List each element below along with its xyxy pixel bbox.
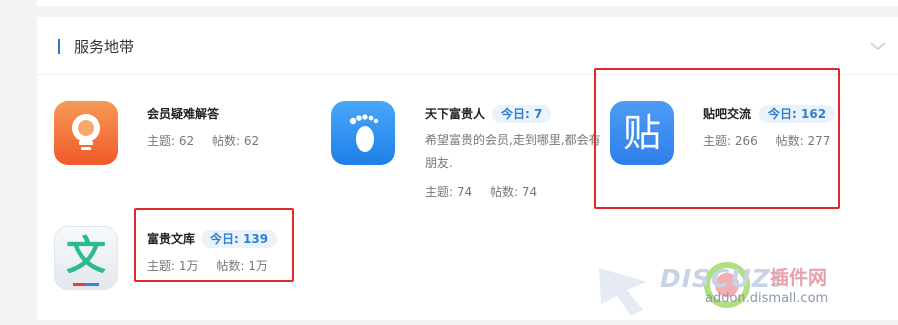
posts-label: 帖数: (489, 185, 519, 199)
today-count: 7 (534, 107, 543, 121)
highlight-box-wenku (134, 208, 294, 282)
forum-stats: 主题: 74 帖数: 74 (425, 184, 537, 200)
watermark-url: addon.dismall.com (705, 291, 829, 306)
wenku-icon[interactable]: 文 (54, 226, 118, 290)
topics-count: 74 (456, 185, 473, 199)
wenku-glyph: 文 (66, 233, 106, 279)
wenku-color-stripe (73, 283, 99, 286)
footprint-icon[interactable] (331, 101, 395, 165)
topics-label: 主题: (425, 185, 454, 199)
watermark-brand: DISCUZ! (660, 264, 784, 293)
forum-description: 希望富贵的会员,走到哪里,都会有朋友. (425, 133, 601, 170)
topics-label: 主题: (147, 134, 176, 148)
lightbulb-icon[interactable] (54, 101, 118, 165)
forum-stats: 主题: 62 帖数: 62 (147, 133, 259, 149)
header-accent-bar (58, 39, 60, 54)
today-badge: 今日: 7 (492, 105, 552, 123)
posts-count: 74 (521, 185, 538, 199)
panel-header: 服务地带 (37, 17, 898, 75)
watermark-cn: 插件网 (770, 267, 828, 289)
posts-count: 62 (243, 134, 260, 148)
top-strip (37, 0, 898, 6)
section-title: 服务地带 (74, 38, 135, 56)
forum-name[interactable]: 会员疑难解答 (147, 106, 219, 122)
posts-label: 帖数: (211, 134, 241, 148)
forum-name[interactable]: 天下富贵人 (425, 106, 485, 122)
topics-count: 62 (178, 134, 195, 148)
highlight-box-tieba (594, 68, 840, 209)
today-label: 今日: (501, 107, 530, 121)
chevron-down-icon[interactable] (869, 39, 887, 53)
